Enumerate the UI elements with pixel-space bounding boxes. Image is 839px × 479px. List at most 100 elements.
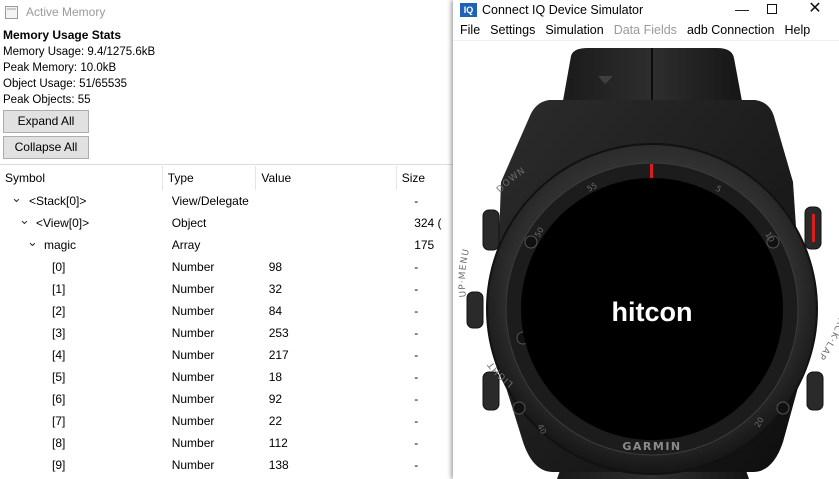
- cell-size: -: [414, 194, 419, 208]
- memory-stats-panel: Memory Usage Stats Memory Usage: 9.4/127…: [0, 24, 453, 108]
- cell-size: -: [414, 370, 419, 384]
- cell-size: -: [414, 326, 419, 340]
- cell-symbol: ⌄ magic: [0, 234, 172, 256]
- cell-size: -: [414, 348, 419, 362]
- table-row[interactable]: [9] Number 138 -: [0, 454, 453, 476]
- cell-type: Number: [171, 392, 215, 406]
- column-header-value[interactable]: Value: [256, 166, 397, 190]
- cell-symbol: [5]: [0, 366, 172, 388]
- symbol-text: [4]: [52, 348, 66, 362]
- expand-all-button[interactable]: Expand All: [3, 110, 89, 133]
- cell-size: -: [414, 282, 419, 296]
- close-button[interactable]: ✕: [798, 0, 832, 20]
- menu-help[interactable]: Help: [785, 23, 811, 37]
- cell-symbol: [4]: [0, 344, 172, 366]
- cell-symbol: [6]: [0, 388, 172, 410]
- cell-type: Number: [171, 414, 215, 428]
- table-row[interactable]: [3] Number 253 -: [0, 322, 453, 344]
- cell-symbol: [3]: [0, 322, 172, 344]
- bezel-label-left-2: UP·MENU: [458, 247, 472, 297]
- table-row[interactable]: [0] Number 98 -: [0, 256, 453, 278]
- cell-type: Number: [171, 326, 215, 340]
- chevron-down-icon[interactable]: ⌄: [11, 190, 22, 209]
- cell-type: Number: [171, 436, 215, 450]
- menu-simulation[interactable]: Simulation: [545, 23, 603, 37]
- down-button[interactable]: [482, 371, 500, 411]
- connect-iq-app-icon: IQ: [460, 3, 477, 17]
- cell-symbol: [1]: [0, 278, 172, 300]
- cell-size: 175: [414, 238, 435, 252]
- simulator-window-title: Connect IQ Device Simulator: [482, 3, 644, 17]
- cell-size: -: [414, 414, 419, 428]
- cell-symbol: [2]: [0, 300, 172, 322]
- cell-symbol: ⌄ <Stack[0]>: [0, 190, 172, 212]
- cell-value: 98: [268, 260, 283, 274]
- simulator-menubar: File Settings Simulation Data Fields adb…: [453, 20, 839, 41]
- cell-size: -: [414, 392, 419, 406]
- table-row[interactable]: [4] Number 217 -: [0, 344, 453, 366]
- cell-value: 138: [268, 458, 289, 472]
- column-header-symbol[interactable]: Symbol: [0, 166, 163, 190]
- column-header-size[interactable]: Size: [396, 166, 453, 190]
- table-row[interactable]: ⌄ <View[0]> Object 324 (: [0, 212, 453, 234]
- table-row[interactable]: ⌄ magic Array 175: [0, 234, 453, 256]
- cell-type: Object: [171, 216, 207, 230]
- light-button[interactable]: [482, 209, 500, 251]
- minimize-button[interactable]: —: [725, 0, 759, 20]
- stat-memory-usage: Memory Usage: 9.4/1275.6kB: [3, 46, 156, 58]
- back-lap-button[interactable]: [806, 371, 824, 411]
- table-row[interactable]: [8] Number 112 -: [0, 432, 453, 454]
- table-row[interactable]: [7] Number 22 -: [0, 410, 453, 432]
- cell-symbol: [9]: [0, 454, 172, 476]
- cell-type: Array: [171, 238, 201, 252]
- symbol-text: [1]: [52, 282, 66, 296]
- cell-type: Number: [171, 348, 215, 362]
- simulator-titlebar[interactable]: IQ Connect IQ Device Simulator — ✕: [453, 0, 839, 20]
- close-icon: ✕: [808, 0, 822, 17]
- stat-peak-objects: Peak Objects: 55: [3, 94, 91, 106]
- menu-file[interactable]: File: [460, 23, 480, 37]
- symbol-text: [9]: [52, 458, 66, 472]
- cell-value: 22: [268, 414, 283, 428]
- start-button-accent: [812, 214, 815, 242]
- menu-settings[interactable]: Settings: [490, 23, 535, 37]
- cell-size: -: [414, 458, 419, 472]
- cell-type: Number: [171, 282, 215, 296]
- watch-screen-text: hitcon: [612, 297, 693, 327]
- table-header: Symbol Type Value Size: [0, 166, 453, 190]
- symbol-text: [0]: [52, 260, 66, 274]
- divider: [0, 164, 453, 165]
- active-memory-window: Active Memory Memory Usage Stats Memory …: [0, 0, 453, 479]
- cell-symbol: [8]: [0, 432, 172, 454]
- cell-type: Number: [171, 304, 215, 318]
- table-row[interactable]: [6] Number 92 -: [0, 388, 453, 410]
- watch-device: 5 10 55 50 40 20 LIGHT UP·MENU DOWN BACK…: [458, 48, 839, 479]
- up-menu-button[interactable]: [466, 291, 484, 329]
- cell-value: 84: [268, 304, 283, 318]
- cell-value: 92: [268, 392, 283, 406]
- collapse-all-button[interactable]: Collapse All: [3, 136, 89, 159]
- maximize-icon: [767, 4, 777, 14]
- chevron-down-icon[interactable]: ⌄: [19, 212, 30, 231]
- table-row[interactable]: ⌄ <Stack[0]> View/Delegate -: [0, 190, 453, 212]
- symbol-text: [2]: [52, 304, 66, 318]
- menu-adb-connection[interactable]: adb Connection: [687, 23, 775, 37]
- cell-value: [269, 234, 415, 256]
- chevron-down-icon[interactable]: ⌄: [27, 234, 38, 253]
- menu-data-fields[interactable]: Data Fields: [614, 23, 677, 37]
- symbol-text: [3]: [52, 326, 66, 340]
- table-row[interactable]: [2] Number 84 -: [0, 300, 453, 322]
- memory-titlebar[interactable]: Active Memory: [0, 0, 453, 24]
- table-row[interactable]: [1] Number 32 -: [0, 278, 453, 300]
- maximize-button[interactable]: [755, 0, 789, 20]
- symbol-text: [7]: [52, 414, 66, 428]
- symbol-text: [5]: [52, 370, 66, 384]
- table-row[interactable]: [5] Number 18 -: [0, 366, 453, 388]
- table-body: ⌄ <Stack[0]> View/Delegate - ⌄ <View[0]> Objec…: [0, 190, 453, 476]
- cell-size: -: [414, 260, 419, 274]
- symbol-text: magic: [44, 238, 77, 252]
- device-simulator-window: IQ Connect IQ Device Simulator — ✕ File …: [453, 0, 839, 479]
- cell-type: Number: [171, 370, 215, 384]
- column-header-type[interactable]: Type: [162, 166, 257, 190]
- cell-size: 324 (: [414, 216, 442, 230]
